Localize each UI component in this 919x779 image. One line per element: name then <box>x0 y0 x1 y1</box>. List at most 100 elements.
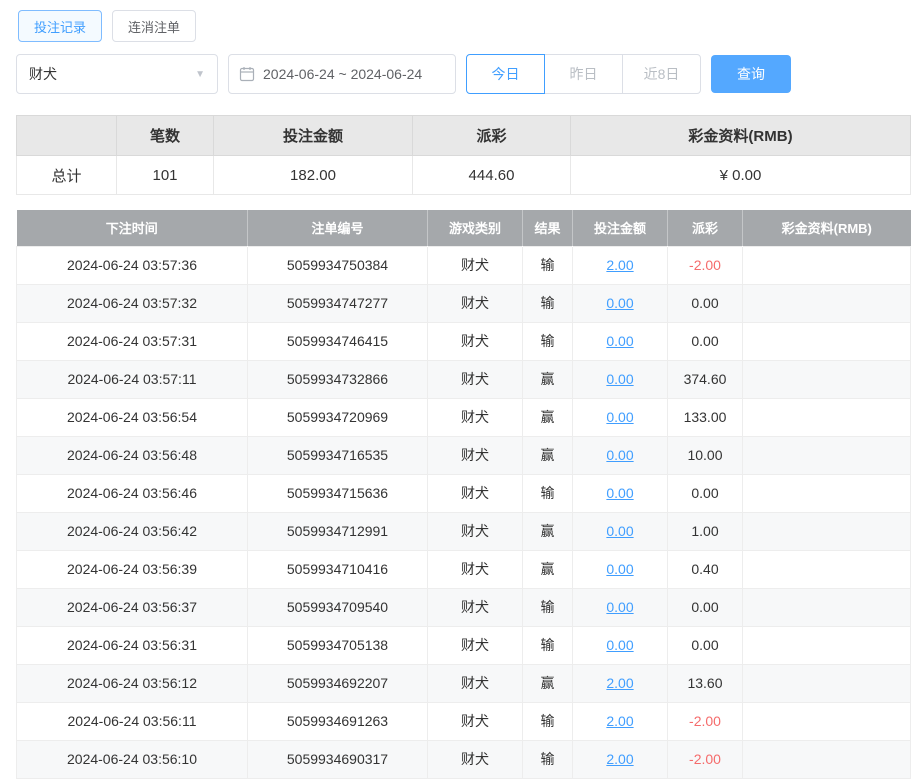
bet-amount-link[interactable]: 2.00 <box>573 702 668 740</box>
bet-amount-link[interactable]: 0.00 <box>573 398 668 436</box>
query-button[interactable]: 查询 <box>711 55 791 93</box>
table-row: 2024-06-24 03:57:115059934732866财犬赢0.003… <box>17 360 911 398</box>
table-row: 2024-06-24 03:56:105059934690317财犬输2.00-… <box>17 740 911 778</box>
bonus-cell <box>743 702 911 740</box>
bet-amount-link[interactable]: 2.00 <box>573 246 668 284</box>
bet-time-cell: 2024-06-24 03:56:48 <box>17 436 248 474</box>
table-row: 2024-06-24 03:56:465059934715636财犬输0.000… <box>17 474 911 512</box>
game-type-cell: 财犬 <box>428 740 523 778</box>
bet-amount-link[interactable]: 0.00 <box>573 588 668 626</box>
order-number-cell: 5059934710416 <box>248 550 428 588</box>
payout-cell: 0.00 <box>668 474 743 512</box>
result-cell: 赢 <box>523 664 573 702</box>
result-cell: 输 <box>523 246 573 284</box>
summary-header-empty <box>17 116 117 156</box>
order-number-cell: 5059934690317 <box>248 740 428 778</box>
bonus-cell <box>743 664 911 702</box>
result-cell: 赢 <box>523 550 573 588</box>
bet-amount-link[interactable]: 0.00 <box>573 550 668 588</box>
game-type-cell: 财犬 <box>428 626 523 664</box>
result-cell: 赢 <box>523 436 573 474</box>
bonus-cell <box>743 284 911 322</box>
bet-time-cell: 2024-06-24 03:56:12 <box>17 664 248 702</box>
bet-time-cell: 2024-06-24 03:57:36 <box>17 246 248 284</box>
bonus-cell <box>743 588 911 626</box>
game-type-cell: 财犬 <box>428 436 523 474</box>
game-select-value: 财犬 <box>29 64 57 84</box>
result-cell: 输 <box>523 474 573 512</box>
quick-date-button-group: 今日 昨日 近8日 <box>466 54 701 94</box>
order-number-cell: 5059934692207 <box>248 664 428 702</box>
bonus-cell <box>743 474 911 512</box>
order-number-cell: 5059934716535 <box>248 436 428 474</box>
header-result: 结果 <box>523 210 573 246</box>
order-number-cell: 5059934691263 <box>248 702 428 740</box>
payout-cell: -2.00 <box>668 702 743 740</box>
table-row: 2024-06-24 03:57:325059934747277财犬输0.000… <box>17 284 911 322</box>
page: 投注记录 连消注单 财犬 ▼ 2024-06-24 ~ 2024-06-24 今… <box>0 0 919 779</box>
summary-payout-value: 444.60 <box>413 156 571 195</box>
bet-time-cell: 2024-06-24 03:56:54 <box>17 398 248 436</box>
date-range-value: 2024-06-24 ~ 2024-06-24 <box>263 66 422 82</box>
result-cell: 赢 <box>523 512 573 550</box>
table-row: 2024-06-24 03:56:115059934691263财犬输2.00-… <box>17 702 911 740</box>
bonus-cell <box>743 398 911 436</box>
game-type-cell: 财犬 <box>428 664 523 702</box>
table-row: 2024-06-24 03:56:485059934716535财犬赢0.001… <box>17 436 911 474</box>
bet-time-cell: 2024-06-24 03:56:46 <box>17 474 248 512</box>
payout-cell: 0.40 <box>668 550 743 588</box>
bet-amount-link[interactable]: 0.00 <box>573 322 668 360</box>
summary-bonus-value: ¥ 0.00 <box>571 156 911 195</box>
bet-amount-link[interactable]: 0.00 <box>573 284 668 322</box>
tab-bet-records[interactable]: 投注记录 <box>18 10 102 42</box>
order-number-cell: 5059934709540 <box>248 588 428 626</box>
bet-amount-link[interactable]: 2.00 <box>573 664 668 702</box>
bet-amount-link[interactable]: 0.00 <box>573 474 668 512</box>
tab-cancelled-orders[interactable]: 连消注单 <box>112 10 196 42</box>
bet-time-cell: 2024-06-24 03:56:31 <box>17 626 248 664</box>
bet-amount-link[interactable]: 0.00 <box>573 626 668 664</box>
order-number-cell: 5059934750384 <box>248 246 428 284</box>
table-row: 2024-06-24 03:56:545059934720969财犬赢0.001… <box>17 398 911 436</box>
last-8-days-button[interactable]: 近8日 <box>622 54 701 94</box>
yesterday-button[interactable]: 昨日 <box>544 54 623 94</box>
table-row: 2024-06-24 03:57:315059934746415财犬输0.000… <box>17 322 911 360</box>
game-type-cell: 财犬 <box>428 512 523 550</box>
bet-time-cell: 2024-06-24 03:56:37 <box>17 588 248 626</box>
result-cell: 输 <box>523 702 573 740</box>
header-game-type: 游戏类别 <box>428 210 523 246</box>
bet-amount-link[interactable]: 0.00 <box>573 512 668 550</box>
table-row: 2024-06-24 03:56:375059934709540财犬输0.000… <box>17 588 911 626</box>
bet-time-cell: 2024-06-24 03:57:11 <box>17 360 248 398</box>
table-row: 2024-06-24 03:56:395059934710416财犬赢0.000… <box>17 550 911 588</box>
payout-cell: 0.00 <box>668 626 743 664</box>
order-number-cell: 5059934705138 <box>248 626 428 664</box>
date-range-input[interactable]: 2024-06-24 ~ 2024-06-24 <box>228 54 456 94</box>
result-cell: 输 <box>523 740 573 778</box>
tab-bar: 投注记录 连消注单 <box>18 10 911 42</box>
payout-cell: 13.60 <box>668 664 743 702</box>
game-type-cell: 财犬 <box>428 246 523 284</box>
bet-amount-link[interactable]: 2.00 <box>573 740 668 778</box>
game-type-cell: 财犬 <box>428 398 523 436</box>
bet-amount-link[interactable]: 0.00 <box>573 360 668 398</box>
bet-amount-link[interactable]: 0.00 <box>573 436 668 474</box>
result-cell: 输 <box>523 284 573 322</box>
summary-bet-amount-value: 182.00 <box>214 156 413 195</box>
bet-time-cell: 2024-06-24 03:56:11 <box>17 702 248 740</box>
header-bonus: 彩金资料(RMB) <box>743 210 911 246</box>
result-cell: 输 <box>523 322 573 360</box>
summary-header-bet-amount: 投注金额 <box>214 116 413 156</box>
payout-cell: 1.00 <box>668 512 743 550</box>
game-select[interactable]: 财犬 ▼ <box>16 54 218 94</box>
bet-time-cell: 2024-06-24 03:57:32 <box>17 284 248 322</box>
result-cell: 赢 <box>523 360 573 398</box>
result-cell: 赢 <box>523 398 573 436</box>
table-row: 2024-06-24 03:56:425059934712991财犬赢0.001… <box>17 512 911 550</box>
order-number-cell: 5059934732866 <box>248 360 428 398</box>
order-number-cell: 5059934715636 <box>248 474 428 512</box>
game-type-cell: 财犬 <box>428 322 523 360</box>
today-button[interactable]: 今日 <box>466 54 545 94</box>
bonus-cell <box>743 360 911 398</box>
table-row: 2024-06-24 03:57:365059934750384财犬输2.00-… <box>17 246 911 284</box>
